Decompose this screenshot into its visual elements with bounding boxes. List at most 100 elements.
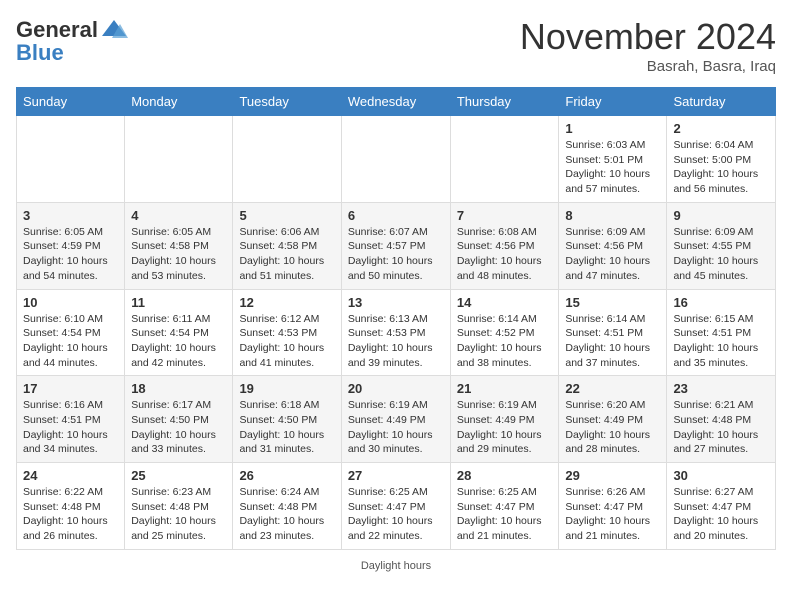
day-info: Sunrise: 6:04 AM Sunset: 5:00 PM Dayligh… [673,138,769,197]
day-number: 21 [457,381,553,396]
day-number: 11 [131,295,226,310]
day-number: 3 [23,208,118,223]
calendar-cell: 9 Sunrise: 6:09 AM Sunset: 4:55 PM Daylig… [667,202,776,289]
day-info: Sunrise: 6:16 AM Sunset: 4:51 PM Dayligh… [23,398,118,457]
day-number: 18 [131,381,226,396]
daylight-hours-label: Daylight hours [361,560,431,572]
calendar-cell [233,116,341,203]
day-number: 14 [457,295,553,310]
calendar-cell: 25 Sunrise: 6:23 AM Sunset: 4:48 PM Dayli… [125,463,233,550]
calendar-cell: 13 Sunrise: 6:13 AM Sunset: 4:53 PM Dayli… [341,289,450,376]
day-number: 10 [23,295,118,310]
calendar-week-row: 10 Sunrise: 6:10 AM Sunset: 4:54 PM Dayli… [17,289,776,376]
day-info: Sunrise: 6:09 AM Sunset: 4:56 PM Dayligh… [565,225,660,284]
calendar-cell: 2 Sunrise: 6:04 AM Sunset: 5:00 PM Daylig… [667,116,776,203]
calendar-week-row: 24 Sunrise: 6:22 AM Sunset: 4:48 PM Dayli… [17,463,776,550]
day-info: Sunrise: 6:03 AM Sunset: 5:01 PM Dayligh… [565,138,660,197]
day-number: 7 [457,208,553,223]
calendar-week-row: 17 Sunrise: 6:16 AM Sunset: 4:51 PM Dayli… [17,376,776,463]
calendar-header-cell: Saturday [667,88,776,116]
day-info: Sunrise: 6:26 AM Sunset: 4:47 PM Dayligh… [565,485,660,544]
day-number: 22 [565,381,660,396]
day-number: 12 [239,295,334,310]
day-info: Sunrise: 6:17 AM Sunset: 4:50 PM Dayligh… [131,398,226,457]
calendar-table: SundayMondayTuesdayWednesdayThursdayFrid… [16,87,776,550]
day-info: Sunrise: 6:24 AM Sunset: 4:48 PM Dayligh… [239,485,334,544]
day-info: Sunrise: 6:10 AM Sunset: 4:54 PM Dayligh… [23,312,118,371]
calendar-cell: 23Sunrise: 6:21 AM Sunset: 4:48 PM Dayli… [667,376,776,463]
day-number: 9 [673,208,769,223]
day-info: Sunrise: 6:15 AM Sunset: 4:51 PM Dayligh… [673,312,769,371]
logo-icon [100,16,128,44]
calendar-cell: 20 Sunrise: 6:19 AM Sunset: 4:49 PM Dayli… [341,376,450,463]
day-number: 15 [565,295,660,310]
day-number: 6 [348,208,444,223]
calendar-cell: 24 Sunrise: 6:22 AM Sunset: 4:48 PM Dayli… [17,463,125,550]
calendar-cell: 21 Sunrise: 6:19 AM Sunset: 4:49 PM Dayli… [450,376,559,463]
day-info: Sunrise: 6:14 AM Sunset: 4:51 PM Dayligh… [565,312,660,371]
day-info: Sunrise: 6:18 AM Sunset: 4:50 PM Dayligh… [239,398,334,457]
day-info: Sunrise: 6:25 AM Sunset: 4:47 PM Dayligh… [348,485,444,544]
calendar-week-row: 3 Sunrise: 6:05 AM Sunset: 4:59 PM Daylig… [17,202,776,289]
day-number: 2 [673,121,769,136]
calendar-cell [341,116,450,203]
calendar-cell: 18 Sunrise: 6:17 AM Sunset: 4:50 PM Dayli… [125,376,233,463]
calendar-cell: 29Sunrise: 6:26 AM Sunset: 4:47 PM Dayli… [559,463,667,550]
calendar-cell: 6Sunrise: 6:07 AM Sunset: 4:57 PM Daylig… [341,202,450,289]
day-info: Sunrise: 6:20 AM Sunset: 4:49 PM Dayligh… [565,398,660,457]
day-info: Sunrise: 6:27 AM Sunset: 4:47 PM Dayligh… [673,485,769,544]
day-info: Sunrise: 6:22 AM Sunset: 4:48 PM Dayligh… [23,485,118,544]
day-number: 19 [239,381,334,396]
day-number: 5 [239,208,334,223]
day-info: Sunrise: 6:11 AM Sunset: 4:54 PM Dayligh… [131,312,226,371]
calendar-cell: 28Sunrise: 6:25 AM Sunset: 4:47 PM Dayli… [450,463,559,550]
day-info: Sunrise: 6:12 AM Sunset: 4:53 PM Dayligh… [239,312,334,371]
day-number: 17 [23,381,118,396]
day-info: Sunrise: 6:23 AM Sunset: 4:48 PM Dayligh… [131,485,226,544]
calendar-cell: 5 Sunrise: 6:06 AM Sunset: 4:58 PM Daylig… [233,202,341,289]
day-info: Sunrise: 6:06 AM Sunset: 4:58 PM Dayligh… [239,225,334,284]
day-info: Sunrise: 6:19 AM Sunset: 4:49 PM Dayligh… [457,398,553,457]
day-info: Sunrise: 6:08 AM Sunset: 4:56 PM Dayligh… [457,225,553,284]
day-info: Sunrise: 6:21 AM Sunset: 4:48 PM Dayligh… [673,398,769,457]
calendar-cell: 7 Sunrise: 6:08 AM Sunset: 4:56 PM Daylig… [450,202,559,289]
day-number: 4 [131,208,226,223]
logo-blue: Blue [16,40,64,66]
header: General Blue November 2024 Basrah, Basra… [16,16,776,75]
day-info: Sunrise: 6:19 AM Sunset: 4:49 PM Dayligh… [348,398,444,457]
day-info: Sunrise: 6:05 AM Sunset: 4:59 PM Dayligh… [23,225,118,284]
day-number: 30 [673,468,769,483]
day-info: Sunrise: 6:05 AM Sunset: 4:58 PM Dayligh… [131,225,226,284]
calendar-week-row: 1Sunrise: 6:03 AM Sunset: 5:01 PM Daylig… [17,116,776,203]
day-info: Sunrise: 6:13 AM Sunset: 4:53 PM Dayligh… [348,312,444,371]
day-number: 24 [23,468,118,483]
calendar-header-cell: Friday [559,88,667,116]
day-number: 13 [348,295,444,310]
calendar-cell: 19 Sunrise: 6:18 AM Sunset: 4:50 PM Dayli… [233,376,341,463]
calendar-cell: 22 Sunrise: 6:20 AM Sunset: 4:49 PM Dayli… [559,376,667,463]
calendar-header-cell: Sunday [17,88,125,116]
calendar-cell [17,116,125,203]
calendar-cell: 15 Sunrise: 6:14 AM Sunset: 4:51 PM Dayli… [559,289,667,376]
calendar-cell: 8 Sunrise: 6:09 AM Sunset: 4:56 PM Daylig… [559,202,667,289]
month-title: November 2024 [520,16,776,58]
calendar-cell: 16Sunrise: 6:15 AM Sunset: 4:51 PM Dayli… [667,289,776,376]
day-info: Sunrise: 6:09 AM Sunset: 4:55 PM Dayligh… [673,225,769,284]
logo: General Blue [16,16,128,66]
calendar-header-row: SundayMondayTuesdayWednesdayThursdayFrid… [17,88,776,116]
title-area: November 2024 Basrah, Basra, Iraq [520,16,776,75]
calendar-cell: 1Sunrise: 6:03 AM Sunset: 5:01 PM Daylig… [559,116,667,203]
calendar-header-cell: Tuesday [233,88,341,116]
calendar-cell: 17 Sunrise: 6:16 AM Sunset: 4:51 PM Dayli… [17,376,125,463]
calendar-cell: 14Sunrise: 6:14 AM Sunset: 4:52 PM Dayli… [450,289,559,376]
calendar-cell: 12 Sunrise: 6:12 AM Sunset: 4:53 PM Dayli… [233,289,341,376]
calendar-cell: 26Sunrise: 6:24 AM Sunset: 4:48 PM Dayli… [233,463,341,550]
calendar-cell: 30 Sunrise: 6:27 AM Sunset: 4:47 PM Dayli… [667,463,776,550]
day-number: 25 [131,468,226,483]
day-info: Sunrise: 6:25 AM Sunset: 4:47 PM Dayligh… [457,485,553,544]
calendar-cell: 27Sunrise: 6:25 AM Sunset: 4:47 PM Dayli… [341,463,450,550]
day-number: 8 [565,208,660,223]
day-number: 20 [348,381,444,396]
calendar-cell: 10 Sunrise: 6:10 AM Sunset: 4:54 PM Dayli… [17,289,125,376]
calendar-cell: 11 Sunrise: 6:11 AM Sunset: 4:54 PM Dayli… [125,289,233,376]
